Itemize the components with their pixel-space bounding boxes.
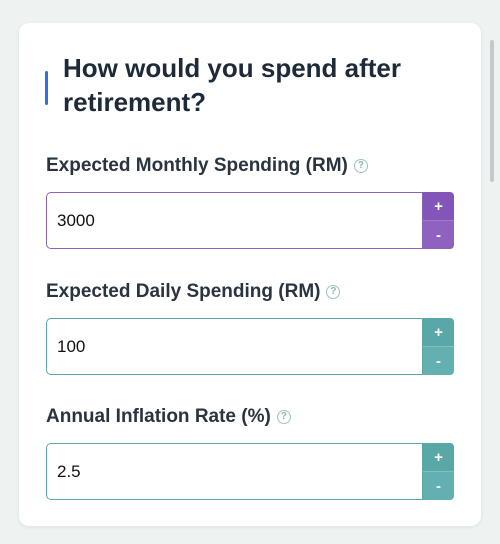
monthly-spending-increment-button[interactable]: + — [423, 192, 454, 220]
daily-spending-increment-button[interactable]: + — [423, 318, 454, 346]
question-circle-icon[interactable]: ? — [326, 285, 341, 299]
retirement-spending-card: How would you spend after retirement? Ex… — [19, 23, 481, 526]
daily-spending-input[interactable] — [46, 318, 423, 375]
inflation-rate-decrement-button[interactable]: - — [423, 471, 454, 500]
monthly-spending-stepper: + - — [423, 192, 454, 249]
daily-spending-label: Expected Daily Spending (RM) — [46, 281, 321, 302]
scrollbar-thumb[interactable] — [490, 40, 494, 182]
section-title: How would you spend after retirement? — [63, 53, 402, 117]
inflation-rate-increment-button[interactable]: + — [423, 443, 454, 471]
section-header: How would you spend after retirement? — [45, 51, 445, 119]
inflation-rate-input[interactable] — [46, 443, 423, 500]
question-circle-icon[interactable]: ? — [353, 159, 368, 173]
daily-spending-stepper: + - — [423, 318, 454, 375]
title-accent-bar — [45, 71, 48, 105]
inflation-rate-field: Annual Inflation Rate (%) ? + - — [46, 404, 454, 500]
daily-spending-decrement-button[interactable]: - — [423, 346, 454, 375]
monthly-spending-label: Expected Monthly Spending (RM) — [46, 155, 348, 176]
inflation-rate-stepper: + - — [423, 443, 454, 500]
inflation-rate-label: Annual Inflation Rate (%) — [46, 406, 271, 427]
question-circle-icon[interactable]: ? — [276, 410, 291, 424]
monthly-spending-decrement-button[interactable]: - — [423, 220, 454, 249]
monthly-spending-input[interactable] — [46, 192, 423, 249]
daily-spending-field: Expected Daily Spending (RM) ? + - — [46, 279, 454, 375]
monthly-spending-field: Expected Monthly Spending (RM) ? + - — [46, 153, 454, 249]
